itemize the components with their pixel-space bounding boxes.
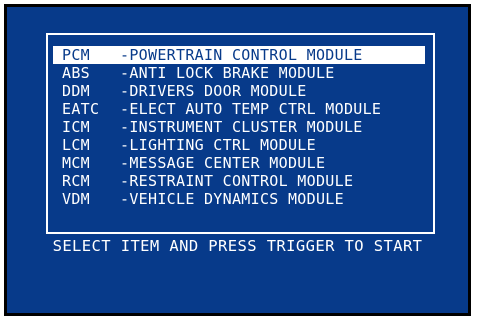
menu-item-description: -ELECT AUTO TEMP CTRL MODULE [120,100,382,118]
menu-item-rcm[interactable]: RCM -RESTRAINT CONTROL MODULE [53,172,425,190]
module-menu: PCM -POWERTRAIN CONTROL MODULE ABS -ANTI… [53,46,425,208]
menu-item-mcm[interactable]: MCM -MESSAGE CENTER MODULE [53,154,425,172]
menu-item-eatc[interactable]: EATC -ELECT AUTO TEMP CTRL MODULE [53,100,425,118]
menu-item-icm[interactable]: ICM -INSTRUMENT CLUSTER MODULE [53,118,425,136]
menu-item-abs[interactable]: ABS -ANTI LOCK BRAKE MODULE [53,64,425,82]
instruction-prompt: SELECT ITEM AND PRESS TRIGGER TO START [52,237,423,255]
menu-item-description: -MESSAGE CENTER MODULE [120,154,326,172]
menu-item-description: -VEHICLE DYNAMICS MODULE [120,190,344,208]
menu-item-ddm[interactable]: DDM -DRIVERS DOOR MODULE [53,82,425,100]
menu-item-code: PCM [62,46,90,64]
menu-item-code: VDM [62,190,90,208]
menu-item-pcm[interactable]: PCM -POWERTRAIN CONTROL MODULE [53,46,425,64]
menu-item-lcm[interactable]: LCM -LIGHTING CTRL MODULE [53,136,425,154]
menu-item-code: LCM [62,136,90,154]
menu-item-code: DDM [62,82,90,100]
menu-item-description: -RESTRAINT CONTROL MODULE [120,172,354,190]
menu-item-code: ABS [62,64,90,82]
scan-tool-screen: PCM -POWERTRAIN CONTROL MODULE ABS -ANTI… [4,4,471,316]
menu-item-description: -INSTRUMENT CLUSTER MODULE [120,118,363,136]
menu-item-description: -DRIVERS DOOR MODULE [120,82,307,100]
menu-item-description: -LIGHTING CTRL MODULE [120,136,316,154]
menu-item-description: -ANTI LOCK BRAKE MODULE [120,64,335,82]
menu-item-description: -POWERTRAIN CONTROL MODULE [120,46,363,64]
menu-item-code: RCM [62,172,90,190]
menu-item-vdm[interactable]: VDM -VEHICLE DYNAMICS MODULE [53,190,425,208]
menu-item-code: MCM [62,154,90,172]
menu-item-code: ICM [62,118,90,136]
menu-item-code: EATC [62,100,100,118]
module-menu-panel: PCM -POWERTRAIN CONTROL MODULE ABS -ANTI… [46,33,435,234]
